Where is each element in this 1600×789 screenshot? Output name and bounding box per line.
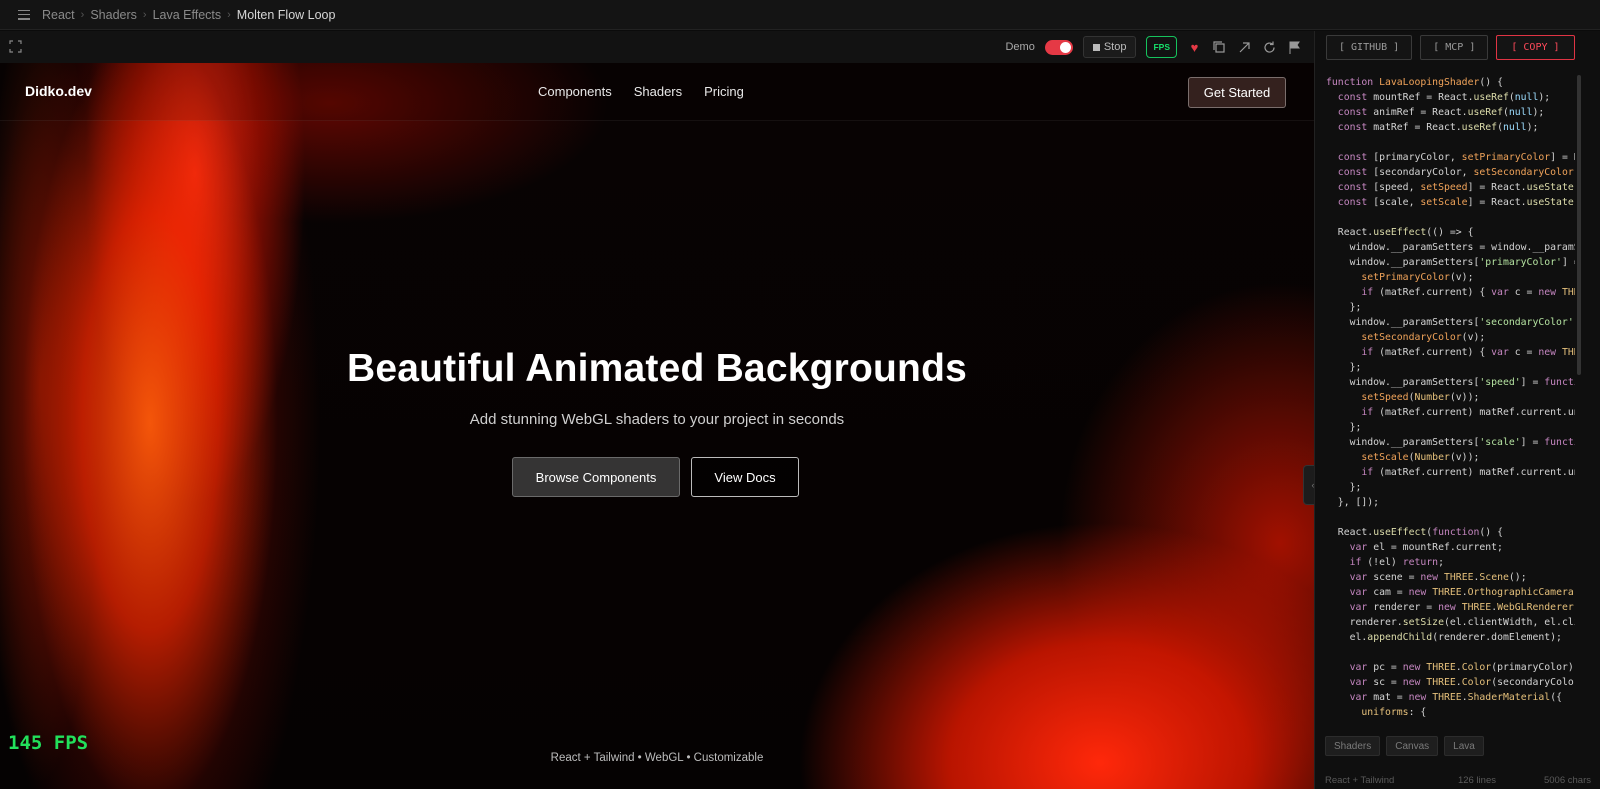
breadcrumb-lava-effects[interactable]: Lava Effects: [153, 8, 222, 22]
meta-stack: React + Tailwind: [1325, 774, 1395, 786]
tag-canvas[interactable]: Canvas: [1386, 736, 1439, 756]
tag-list: Shaders Canvas Lava: [1325, 736, 1484, 756]
code-panel: [ GITHUB ] [ MCP ] [ COPY ] function Lav…: [1314, 31, 1600, 789]
site-nav-links: Components Shaders Pricing: [538, 84, 744, 99]
code-line: }, []);: [1326, 497, 1380, 508]
code-line: };: [1326, 482, 1362, 493]
copy-icon[interactable]: [1212, 40, 1227, 55]
stop-button[interactable]: Stop: [1082, 36, 1137, 58]
nav-link-shaders[interactable]: Shaders: [634, 84, 682, 99]
code-panel-actions: [ GITHUB ] [ MCP ] [ COPY ]: [1315, 31, 1600, 64]
code-line: window.__paramSetters['primaryColor'] = …: [1326, 257, 1575, 268]
breadcrumb-separator: ›: [142, 8, 147, 21]
code-scrollbar[interactable]: [1577, 75, 1581, 375]
code-line: uniforms: {: [1361, 707, 1427, 718]
tag-lava[interactable]: Lava: [1444, 736, 1484, 756]
code-line: var scene = new THREE.Scene();: [1349, 572, 1527, 583]
shader-preview: Didko.dev Components Shaders Pricing Get…: [0, 63, 1314, 789]
fps-counter: 145 FPS: [8, 732, 89, 754]
code-line: const [scale, setScale] = React.useState…: [1337, 197, 1575, 208]
code-line: renderer.setSize(el.clientWidth, el.clie…: [1326, 617, 1575, 628]
code-line: const mountRef = React.useRef(null);: [1337, 92, 1551, 103]
hero-title: Beautiful Animated Backgrounds: [347, 347, 967, 390]
code-line: var renderer = new THREE.WebGLRenderer({: [1349, 602, 1575, 613]
code-line: window.__paramSetters['secondaryColor'] …: [1326, 317, 1575, 328]
stop-label: Stop: [1103, 41, 1127, 53]
top-bar: React › Shaders › Lava Effects › Molten …: [0, 0, 1600, 30]
code-line: const animRef = React.useRef(null);: [1337, 107, 1545, 118]
tag-shaders[interactable]: Shaders: [1325, 736, 1381, 756]
footer-note: React + Tailwind • WebGL • Customizable: [550, 752, 764, 764]
hero-subtitle: Add stunning WebGL shaders to your proje…: [469, 411, 845, 428]
refresh-icon[interactable]: [1262, 40, 1277, 55]
code-line: setScale(Number(v));: [1361, 452, 1480, 463]
site-logo[interactable]: Didko.dev: [25, 83, 92, 99]
code-meta: React + Tailwind 126 lines 5006 chars: [1315, 771, 1600, 789]
stop-icon: [1092, 43, 1100, 51]
code-line: window.__paramSetters = window.__paramSe…: [1326, 242, 1575, 253]
copy-button[interactable]: [ COPY ]: [1496, 35, 1575, 60]
code-line: };: [1326, 362, 1362, 373]
code-line: };: [1326, 302, 1362, 313]
code-line: var sc = new THREE.Color(secondaryColor)…: [1349, 677, 1575, 688]
code-line: function LavaLoopingShader() {: [1326, 77, 1503, 88]
browse-components-button[interactable]: Browse Components: [512, 457, 680, 497]
demo-toggle[interactable]: [1044, 39, 1073, 55]
fullscreen-icon[interactable]: [9, 40, 22, 53]
code-line: React.useEffect(function() {: [1326, 527, 1503, 538]
meta-chars: 5006 chars: [1543, 774, 1591, 786]
code-line: const matRef = React.useRef(null);: [1337, 122, 1539, 133]
code-line: var mat = new THREE.ShaderMaterial({: [1349, 692, 1562, 703]
view-docs-button[interactable]: View Docs: [691, 457, 799, 497]
mcp-button[interactable]: [ MCP ]: [1420, 35, 1489, 60]
code-line: const [speed, setSpeed] = React.useState…: [1337, 182, 1575, 193]
code-line: React.useEffect(() => {: [1326, 227, 1474, 238]
open-external-icon[interactable]: [1237, 40, 1252, 55]
code-line: if (!el) return;: [1349, 557, 1444, 568]
breadcrumb-separator: ›: [227, 8, 231, 21]
meta-lines: 126 lines: [1457, 774, 1496, 786]
get-started-button[interactable]: Get Started: [1188, 77, 1286, 108]
code-line: };: [1326, 422, 1362, 433]
code-line: var cam = new THREE.OrthographicCamera(-…: [1349, 587, 1575, 598]
nav-link-components[interactable]: Components: [538, 84, 612, 99]
site-navbar: Didko.dev Components Shaders Pricing Get…: [0, 63, 1314, 121]
demo-label: Demo: [1005, 41, 1035, 53]
code-line: if (matRef.current) matRef.current.unif: [1361, 467, 1575, 478]
code-line: setPrimaryColor(v);: [1361, 272, 1474, 283]
menu-icon[interactable]: [18, 9, 30, 20]
code-line: window.__paramSetters['scale'] = functio…: [1326, 437, 1575, 448]
code-line: const [primaryColor, setPrimaryColor] = …: [1337, 152, 1575, 163]
code-line: el.appendChild(renderer.domElement);: [1326, 632, 1562, 643]
code-line: window.__paramSetters['speed'] = functio…: [1326, 377, 1575, 388]
heart-icon[interactable]: ♥: [1187, 40, 1202, 55]
code-line: if (matRef.current) matRef.current.unif: [1361, 407, 1575, 418]
breadcrumb-separator: ›: [80, 8, 85, 21]
code-line: const [secondaryColor, setSecondaryColor…: [1337, 167, 1575, 178]
code-line: setSecondaryColor(v);: [1361, 332, 1486, 343]
github-button[interactable]: [ GITHUB ]: [1326, 35, 1413, 60]
code-line: var pc = new THREE.Color(primaryColor);: [1349, 662, 1575, 673]
breadcrumb-current: Molten Flow Loop: [236, 7, 336, 22]
breadcrumb-shaders[interactable]: Shaders: [90, 8, 137, 22]
flag-icon[interactable]: [1287, 40, 1302, 55]
code-viewer[interactable]: function LavaLoopingShader() { const mou…: [1315, 75, 1575, 753]
preview-toolbar: Demo Stop FPS ♥: [0, 31, 1314, 63]
nav-link-pricing[interactable]: Pricing: [704, 84, 744, 99]
breadcrumb-react[interactable]: React: [42, 8, 75, 22]
code-line: if (matRef.current) { var c = new THREE: [1361, 347, 1575, 358]
code-line: setSpeed(Number(v));: [1361, 392, 1480, 403]
code-line: var el = mountRef.current;: [1349, 542, 1503, 553]
fps-toggle-button[interactable]: FPS: [1146, 36, 1177, 58]
code-line: if (matRef.current) { var c = new THREE: [1361, 287, 1575, 298]
